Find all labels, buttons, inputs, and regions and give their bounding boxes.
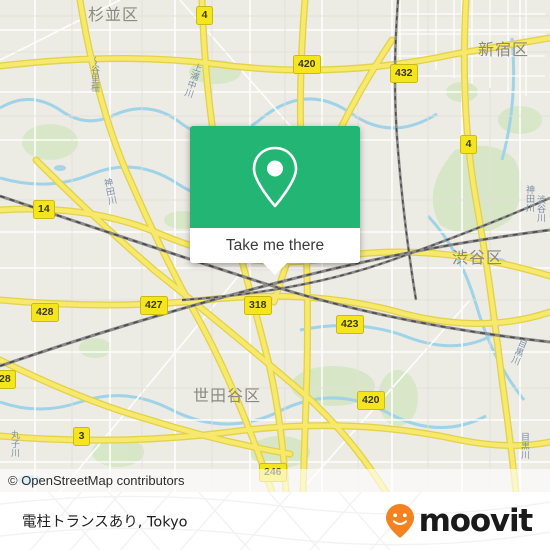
route-shield[interactable]: 28 bbox=[0, 370, 16, 389]
moovit-map-screen: 杉並区 新宿区 渋谷区 世田谷区 〜谷里柵 上浦中川 神田川 神田川 渋谷川 目… bbox=[0, 0, 550, 550]
route-shield[interactable]: 4 bbox=[460, 135, 477, 154]
river-label: 〜谷里柵 bbox=[89, 56, 99, 92]
place-name-label: 電柱トランスあり, Tokyo bbox=[22, 514, 188, 531]
river-label: 渋谷川 bbox=[535, 195, 545, 222]
bottom-info-bar: 電柱トランスあり, Tokyo moovit bbox=[0, 492, 550, 550]
card-pointer-tail bbox=[262, 262, 288, 275]
route-shield[interactable]: 3 bbox=[73, 427, 90, 446]
district-label: 世田谷区 bbox=[193, 386, 262, 405]
route-shield[interactable]: 14 bbox=[33, 200, 55, 219]
card-header bbox=[190, 126, 360, 228]
route-shield[interactable]: 423 bbox=[336, 315, 364, 334]
river-label: 目黒川 bbox=[519, 432, 529, 459]
district-label: 新宿区 bbox=[478, 40, 530, 59]
osm-attribution[interactable]: © OpenStreetMap contributors bbox=[0, 469, 550, 492]
district-label: 渋谷区 bbox=[452, 248, 504, 267]
river-label: 丸子川 bbox=[9, 430, 19, 457]
card-footer[interactable]: Take me there bbox=[190, 228, 360, 275]
route-shield[interactable]: 427 bbox=[140, 296, 168, 315]
route-shield[interactable]: 432 bbox=[390, 64, 418, 83]
route-shield[interactable]: 4 bbox=[196, 6, 213, 25]
moovit-smiley-pin-icon bbox=[385, 504, 414, 538]
take-me-there-card[interactable]: Take me there bbox=[190, 126, 360, 275]
route-shield[interactable]: 420 bbox=[357, 391, 385, 410]
moovit-wordmark: moovit bbox=[418, 502, 534, 539]
take-me-there-label: Take me there bbox=[225, 236, 325, 254]
route-shield[interactable]: 420 bbox=[293, 55, 321, 74]
district-label: 杉並区 bbox=[88, 5, 140, 24]
route-shield[interactable]: 318 bbox=[244, 296, 272, 315]
map-pin-icon bbox=[252, 146, 298, 208]
route-shield[interactable]: 428 bbox=[31, 303, 59, 322]
moovit-logo[interactable]: moovit bbox=[385, 502, 534, 539]
